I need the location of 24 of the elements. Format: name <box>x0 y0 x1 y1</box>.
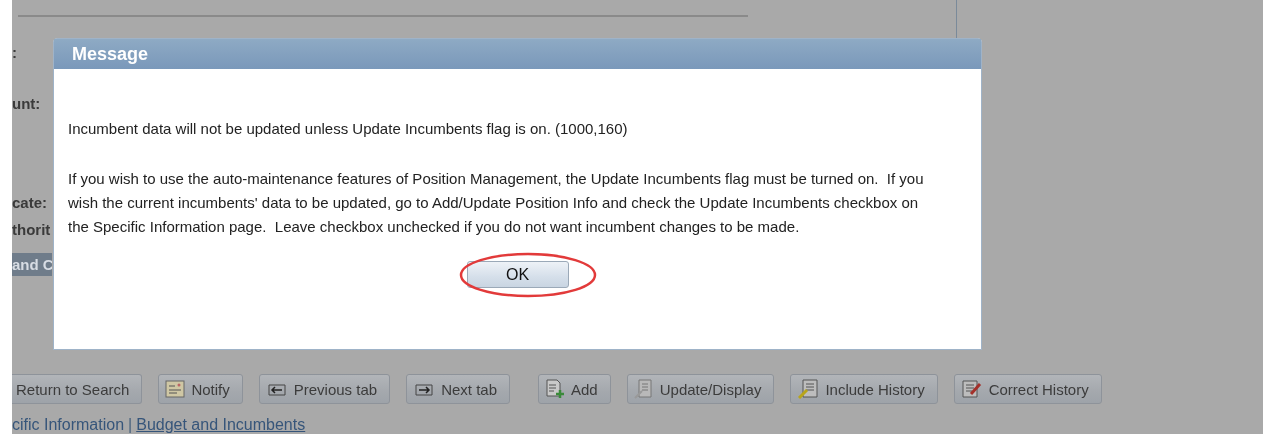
page-link[interactable]: Budget and Incumbents <box>136 416 306 434</box>
toolbar-button[interactable]: Previous tab <box>258 374 391 404</box>
toolbar-button[interactable]: Add <box>538 374 611 404</box>
document-pencil-icon <box>960 379 983 399</box>
field-label: unt: <box>12 94 41 112</box>
field-label: : <box>12 43 17 61</box>
message-text: If you wish to use the auto-maintenance features of Position Management, the Update Incumbents flag must be turned on. If you wish the current incumbents' data to be updated, go to Add/Update Position Info and check the Update Incumbents checkbox on the Specific Information page. Leave checkbox unchecked if you do not want incumbent changes to be made. <box>68 169 925 237</box>
toolbar-button[interactable]: Update/Display <box>626 374 775 404</box>
toolbar-button[interactable]: Return to Search <box>12 374 143 404</box>
toolbar-button[interactable]: Correct History <box>953 374 1102 404</box>
add-document-icon <box>545 379 565 399</box>
ok-button[interactable]: OK <box>466 261 569 288</box>
field-label: thorit <box>12 220 51 238</box>
document-pencil-icon <box>797 379 820 399</box>
message-text: Incumbent data will not be updated unless Update Incumbents flag is on. (1000,160) <box>68 119 629 139</box>
dialog-title: Message <box>54 39 981 69</box>
toolbar-button[interactable]: Next tab <box>406 374 510 404</box>
toolbar-button[interactable]: Notify <box>158 374 243 404</box>
page-link[interactable]: cific Information <box>12 416 125 434</box>
toolbar-button[interactable]: Include History <box>790 374 938 404</box>
document-icon <box>633 379 654 399</box>
field-label: cate: <box>12 193 48 211</box>
note-icon <box>165 380 186 398</box>
link-separator: | <box>128 416 133 434</box>
